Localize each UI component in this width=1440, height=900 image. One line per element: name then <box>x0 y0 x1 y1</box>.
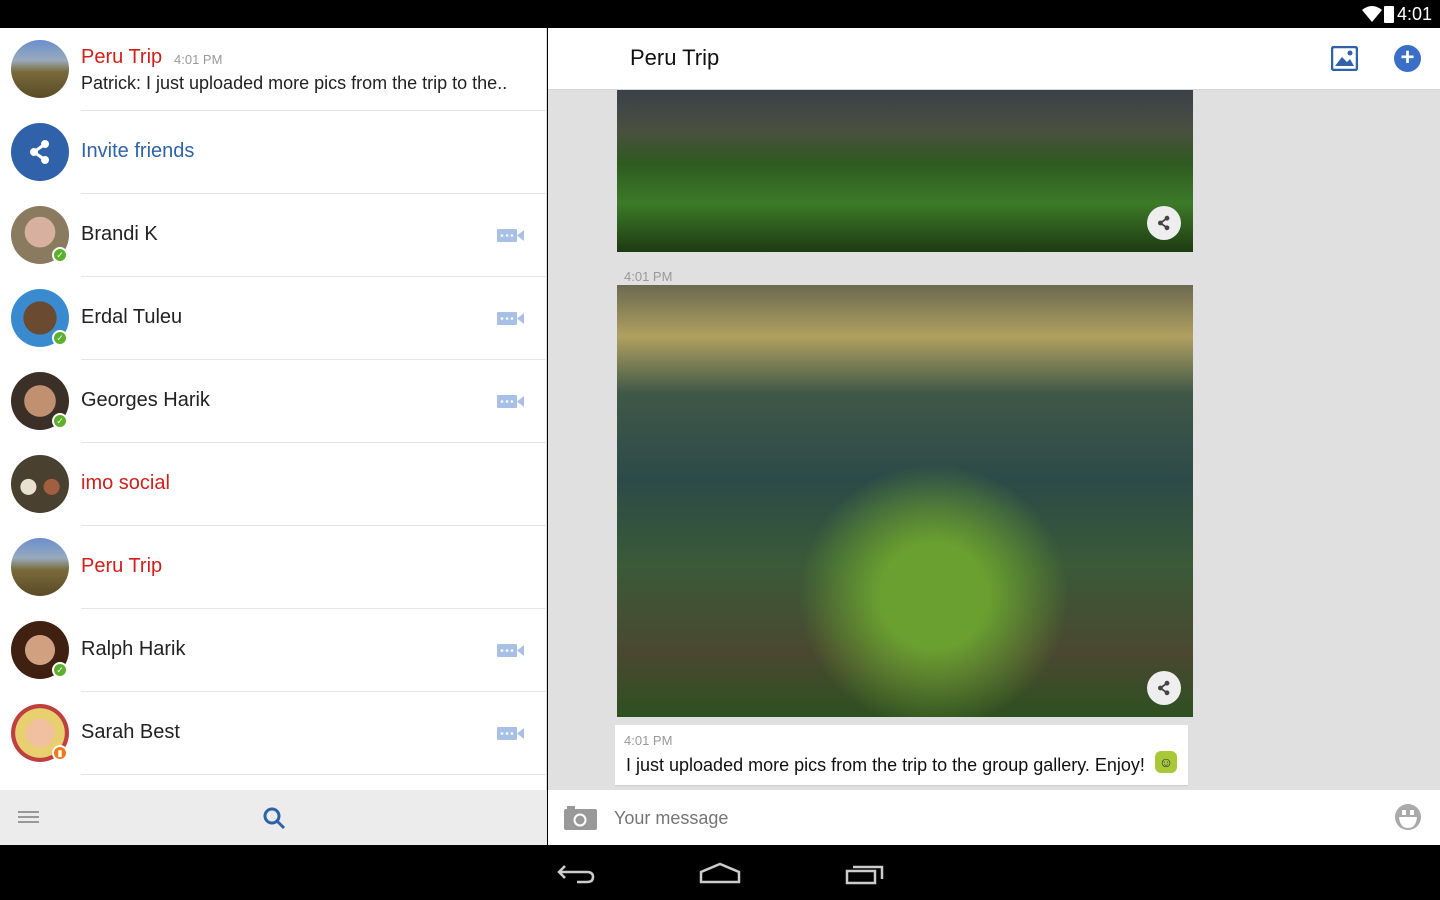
online-badge-icon: ✓ <box>52 247 68 263</box>
message-time: 4:01 PM <box>624 733 673 748</box>
contact-name: Brandi K <box>81 223 158 245</box>
online-badge-icon: ✓ <box>52 662 68 678</box>
video-call-icon[interactable] <box>497 395 524 408</box>
camera-icon[interactable] <box>564 806 597 830</box>
contact-name: Ralph Harik <box>81 638 186 660</box>
share-photo-button[interactable] <box>1147 206 1181 240</box>
contact-name: Erdal Tuleu <box>81 306 183 328</box>
online-badge-icon: ✓ <box>52 413 68 429</box>
contact-georges-harik[interactable]: ✓ Georges Harik <box>0 360 547 443</box>
chat-panel: 4:01 PM 4:01 PM I just uploaded more pic… <box>548 28 1440 845</box>
invite-friends-label: Invite friends <box>81 140 195 162</box>
clock: 4:01 <box>1396 4 1432 24</box>
gallery-icon[interactable] <box>1331 46 1358 71</box>
contact-name: Sarah Best <box>81 721 180 743</box>
photo-timestamp: 4:01 PM <box>624 269 673 284</box>
avatar <box>11 40 69 98</box>
share-photo-button[interactable] <box>1147 671 1181 705</box>
chat-imo-social[interactable]: imo social <box>0 443 547 526</box>
search-icon[interactable] <box>262 806 286 830</box>
message-bubble: 4:01 PM I just uploaded more pics from t… <box>615 725 1188 785</box>
contact-ralph-harik[interactable]: ✓ Ralph Harik <box>0 609 547 692</box>
contact-brandi-k[interactable]: ✓ Brandi K <box>0 194 547 277</box>
chat-header: Peru Trip + <box>548 28 1440 90</box>
status-bar: 4:01 <box>0 0 1440 28</box>
shared-photo-machu-picchu[interactable] <box>617 285 1193 717</box>
message-composer <box>548 790 1440 845</box>
contact-sarah-best[interactable]: ▮ Sarah Best <box>0 692 547 775</box>
chat-peru-trip[interactable]: Peru Trip <box>0 526 547 609</box>
chat-name: imo social <box>81 472 170 494</box>
chat-time: 4:01 PM <box>174 52 223 67</box>
mobile-badge-icon: ▮ <box>52 745 68 761</box>
video-call-icon[interactable] <box>497 644 524 657</box>
chat-peru-trip-recent[interactable]: Peru Trip 4:01 PM Patrick: I just upload… <box>0 28 547 111</box>
online-badge-icon: ✓ <box>52 330 68 346</box>
chat-name: Peru Trip <box>81 555 163 577</box>
battery-icon <box>1384 6 1394 23</box>
shared-photo[interactable] <box>617 90 1193 252</box>
video-call-icon[interactable] <box>497 727 524 740</box>
share-icon <box>11 123 69 181</box>
add-member-button[interactable]: + <box>1394 45 1421 72</box>
left-toolbar <box>0 790 547 845</box>
wifi-icon <box>1362 6 1382 22</box>
recent-apps-icon[interactable] <box>845 863 885 885</box>
video-call-icon[interactable] <box>497 312 524 325</box>
chat-preview: Patrick: I just uploaded more pics from … <box>81 73 508 93</box>
avatar <box>11 538 69 596</box>
home-icon[interactable] <box>699 862 741 884</box>
emoji-picker-icon[interactable] <box>1394 803 1422 831</box>
invite-friends[interactable]: Invite friends <box>0 111 547 194</box>
menu-icon[interactable] <box>18 810 39 825</box>
message-input[interactable] <box>614 802 1314 834</box>
video-call-icon[interactable] <box>497 229 524 242</box>
chat-title: Peru Trip <box>630 45 720 70</box>
chat-name: Peru Trip <box>81 46 163 68</box>
avatar <box>11 455 69 513</box>
emoji-icon: ☺ <box>1155 751 1177 773</box>
contact-erdal-tuleu[interactable]: ✓ Erdal Tuleu <box>0 277 547 360</box>
navigation-bar <box>0 845 1440 900</box>
conversation-list: Peru Trip 4:01 PM Patrick: I just upload… <box>0 28 547 845</box>
message-text: I just uploaded more pics from the trip … <box>626 755 1145 775</box>
back-icon[interactable] <box>557 863 595 885</box>
contact-name: Georges Harik <box>81 389 210 411</box>
